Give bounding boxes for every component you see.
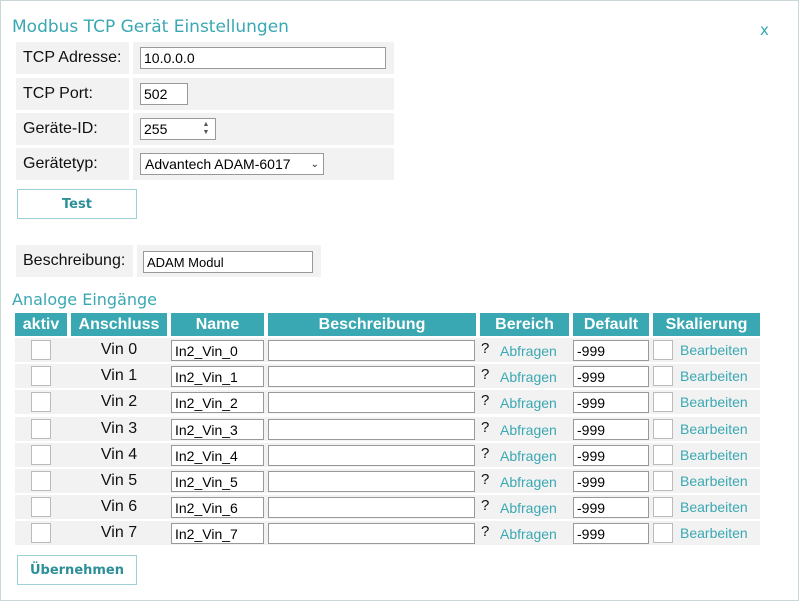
range-query-link[interactable]: Abfragen xyxy=(500,448,557,464)
stepper-arrows-icon[interactable]: ▲ ▼ xyxy=(198,119,214,139)
active-checkbox[interactable] xyxy=(31,340,51,360)
name-input[interactable] xyxy=(171,471,264,492)
analog-inputs-heading: Analoge Eingänge xyxy=(12,290,158,309)
range-help-icon: ? xyxy=(481,366,490,383)
range-help-icon: ? xyxy=(481,392,490,409)
name-input[interactable] xyxy=(171,445,264,466)
scaling-checkbox[interactable] xyxy=(653,392,673,412)
scaling-edit-link[interactable]: Bearbeiten xyxy=(680,525,748,541)
range-help-icon: ? xyxy=(481,497,490,514)
scaling-edit-link[interactable]: Bearbeiten xyxy=(680,394,748,410)
description-input[interactable] xyxy=(143,251,313,273)
range-help-icon: ? xyxy=(481,523,490,540)
scaling-checkbox[interactable] xyxy=(653,523,673,543)
range-help-icon: ? xyxy=(481,445,490,462)
scaling-checkbox[interactable] xyxy=(653,497,673,517)
default-input[interactable] xyxy=(573,523,649,544)
tcp-address-input[interactable] xyxy=(140,47,386,69)
range-query-link[interactable]: Abfragen xyxy=(500,526,557,542)
port-label: Vin 2 xyxy=(100,393,138,410)
tcp-port-input[interactable] xyxy=(140,83,188,105)
port-label: Vin 5 xyxy=(100,472,138,489)
description-field[interactable] xyxy=(268,340,475,361)
scaling-checkbox[interactable] xyxy=(653,471,673,491)
description-field[interactable] xyxy=(268,419,475,440)
port-label: Vin 3 xyxy=(100,420,138,437)
name-input[interactable] xyxy=(171,366,264,387)
active-checkbox[interactable] xyxy=(31,471,51,491)
default-input[interactable] xyxy=(573,419,649,440)
scaling-edit-link[interactable]: Bearbeiten xyxy=(680,473,748,489)
range-help-icon: ? xyxy=(481,419,490,436)
device-type-select[interactable]: Advantech ADAM-6017 ⌄ xyxy=(140,153,324,175)
tcp-address-label: TCP Adresse: xyxy=(16,42,129,74)
active-checkbox[interactable] xyxy=(31,392,51,412)
range-help-icon: ? xyxy=(481,340,490,357)
apply-button[interactable]: Übernehmen xyxy=(17,555,137,585)
column-header-beschreibung: Beschreibung xyxy=(268,313,476,336)
active-checkbox[interactable] xyxy=(31,497,51,517)
device-id-label: Geräte-ID: xyxy=(16,113,129,145)
scaling-edit-link[interactable]: Bearbeiten xyxy=(680,421,748,437)
default-input[interactable] xyxy=(573,497,649,518)
device-type-label: Gerätetyp: xyxy=(16,148,129,180)
port-label: Vin 1 xyxy=(100,367,138,384)
port-label: Vin 7 xyxy=(100,524,138,541)
scaling-edit-link[interactable]: Bearbeiten xyxy=(680,342,748,358)
description-label: Beschreibung: xyxy=(16,245,133,277)
description-field[interactable] xyxy=(268,366,475,387)
scaling-checkbox[interactable] xyxy=(653,340,673,360)
device-type-selected: Advantech ADAM-6017 xyxy=(145,156,291,172)
description-field[interactable] xyxy=(268,392,475,413)
name-input[interactable] xyxy=(171,523,264,544)
description-field[interactable] xyxy=(268,445,475,466)
column-header-skalierung: Skalierung xyxy=(653,313,760,336)
default-input[interactable] xyxy=(573,366,649,387)
description-field[interactable] xyxy=(268,523,475,544)
active-checkbox[interactable] xyxy=(31,419,51,439)
name-input[interactable] xyxy=(171,340,264,361)
modbus-settings-dialog: Modbus TCP Gerät Einstellungen x TCP Adr… xyxy=(0,0,799,601)
active-checkbox[interactable] xyxy=(31,523,51,543)
active-checkbox[interactable] xyxy=(31,445,51,465)
range-query-link[interactable]: Abfragen xyxy=(500,343,557,359)
port-label: Vin 6 xyxy=(100,498,138,515)
close-icon[interactable]: x xyxy=(760,21,769,39)
scaling-checkbox[interactable] xyxy=(653,445,673,465)
scaling-edit-link[interactable]: Bearbeiten xyxy=(680,499,748,515)
range-query-link[interactable]: Abfragen xyxy=(500,422,557,438)
dialog-title: Modbus TCP Gerät Einstellungen xyxy=(12,17,289,37)
name-input[interactable] xyxy=(171,497,264,518)
chevron-down-icon: ⌄ xyxy=(310,158,319,170)
range-query-link[interactable]: Abfragen xyxy=(500,500,557,516)
default-input[interactable] xyxy=(573,340,649,361)
port-label: Vin 4 xyxy=(100,446,138,463)
range-query-link[interactable]: Abfragen xyxy=(500,395,557,411)
default-input[interactable] xyxy=(573,445,649,466)
name-input[interactable] xyxy=(171,419,264,440)
range-query-link[interactable]: Abfragen xyxy=(500,474,557,490)
column-header-default: Default xyxy=(573,313,649,336)
scaling-checkbox[interactable] xyxy=(653,366,673,386)
description-field[interactable] xyxy=(268,497,475,518)
tcp-port-label: TCP Port: xyxy=(16,78,129,110)
column-header-anschluss: Anschluss xyxy=(71,313,167,336)
column-header-name: Name xyxy=(171,313,264,336)
name-input[interactable] xyxy=(171,392,264,413)
port-label: Vin 0 xyxy=(100,341,138,358)
active-checkbox[interactable] xyxy=(31,366,51,386)
column-header-bereich: Bereich xyxy=(480,313,569,336)
default-input[interactable] xyxy=(573,471,649,492)
description-field[interactable] xyxy=(268,471,475,492)
scaling-edit-link[interactable]: Bearbeiten xyxy=(680,447,748,463)
scaling-checkbox[interactable] xyxy=(653,419,673,439)
scaling-edit-link[interactable]: Bearbeiten xyxy=(680,368,748,384)
range-help-icon: ? xyxy=(481,471,490,488)
range-query-link[interactable]: Abfragen xyxy=(500,369,557,385)
column-header-aktiv: aktiv xyxy=(15,313,67,336)
default-input[interactable] xyxy=(573,392,649,413)
test-button[interactable]: Test xyxy=(17,189,137,219)
